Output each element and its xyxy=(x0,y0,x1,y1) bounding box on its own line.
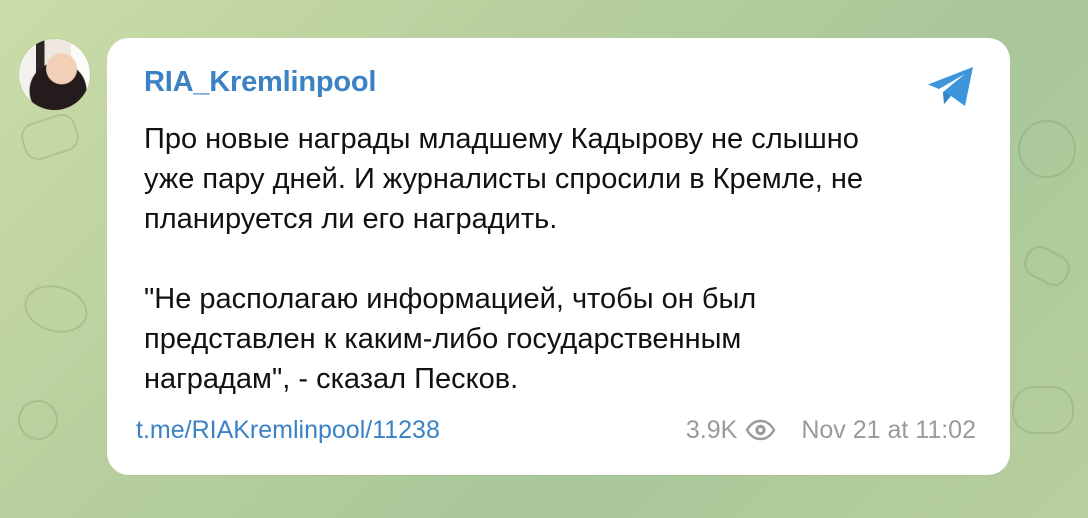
channel-name[interactable]: RIA_Kremlinpool xyxy=(144,65,376,99)
telegram-icon xyxy=(928,67,973,106)
background-doodle xyxy=(19,278,93,340)
background-doodle xyxy=(1012,386,1074,434)
view-count: 3.9K xyxy=(685,416,738,444)
background-doodle xyxy=(18,400,58,440)
background-doodle xyxy=(1019,241,1075,291)
message-time: Nov 21 at 11:02 xyxy=(801,416,976,444)
background-doodle xyxy=(1018,120,1076,178)
message-link[interactable]: t.me/RIAKremlinpool/11238 xyxy=(136,415,440,445)
message-card: RIA_Kremlinpool Про новые награды младше… xyxy=(107,38,1010,475)
channel-avatar[interactable] xyxy=(19,39,90,110)
background-doodle xyxy=(17,110,83,164)
message-meta: 3.9K Nov 21 at 11:02 xyxy=(686,415,976,445)
eye-icon xyxy=(745,419,776,441)
message-text: Про новые награды младшему Кадырову не с… xyxy=(144,123,864,395)
